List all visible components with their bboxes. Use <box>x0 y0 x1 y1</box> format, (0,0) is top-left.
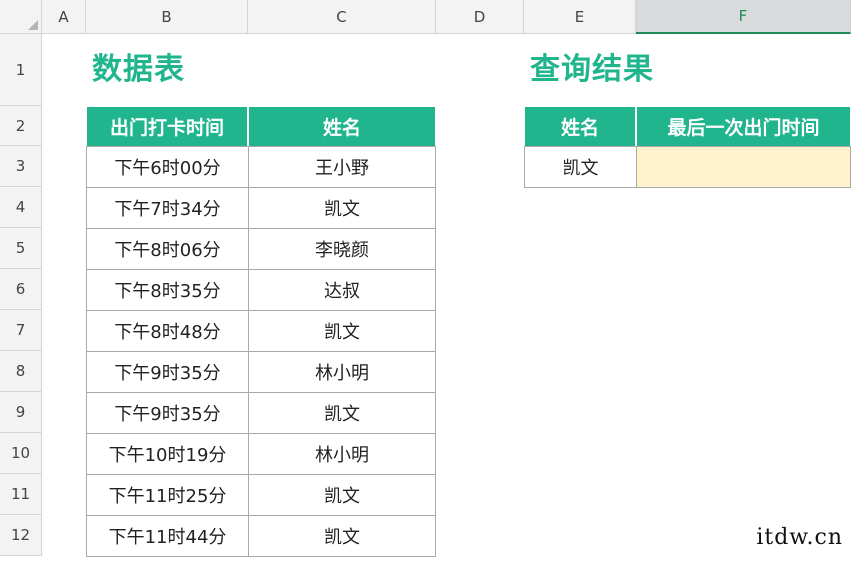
row-header-7[interactable]: 7 <box>0 310 42 351</box>
query-header-name[interactable]: 姓名 <box>524 106 636 147</box>
query-name-cell[interactable]: 凯文 <box>524 146 637 188</box>
cell-time-r7[interactable]: 下午8时48分 <box>86 310 249 352</box>
select-all-corner[interactable] <box>0 0 42 34</box>
cell-name-r10[interactable]: 林小明 <box>248 433 436 475</box>
row-header-6[interactable]: 6 <box>0 269 42 310</box>
row-header-12[interactable]: 12 <box>0 515 42 556</box>
row-header-1[interactable]: 1 <box>0 34 42 106</box>
row-header-5[interactable]: 5 <box>0 228 42 269</box>
row-header-3[interactable]: 3 <box>0 146 42 187</box>
column-header-c[interactable]: C <box>248 0 436 34</box>
cell-name-r9[interactable]: 凯文 <box>248 392 436 434</box>
header-checkout-time[interactable]: 出门打卡时间 <box>86 106 248 147</box>
column-header-f[interactable]: F <box>636 0 851 34</box>
row-header-11[interactable]: 11 <box>0 474 42 515</box>
cell-time-r8[interactable]: 下午9时35分 <box>86 351 249 393</box>
cell-time-r9[interactable]: 下午9时35分 <box>86 392 249 434</box>
column-header-e[interactable]: E <box>524 0 636 34</box>
cell-name-r5[interactable]: 李晓颜 <box>248 228 436 270</box>
cell-time-r12[interactable]: 下午11时44分 <box>86 515 249 557</box>
row-header-10[interactable]: 10 <box>0 433 42 474</box>
data-table-title: 数据表 <box>92 52 185 87</box>
cell-time-r6[interactable]: 下午8时35分 <box>86 269 249 311</box>
cell-time-r5[interactable]: 下午8时06分 <box>86 228 249 270</box>
column-header-d[interactable]: D <box>436 0 524 34</box>
cell-name-r8[interactable]: 林小明 <box>248 351 436 393</box>
query-result-cell[interactable] <box>636 146 851 188</box>
header-name[interactable]: 姓名 <box>248 106 436 147</box>
cell-time-r10[interactable]: 下午10时19分 <box>86 433 249 475</box>
query-result-title: 查询结果 <box>530 52 654 87</box>
row-header-8[interactable]: 8 <box>0 351 42 392</box>
cell-time-r11[interactable]: 下午11时25分 <box>86 474 249 516</box>
row-header-9[interactable]: 9 <box>0 392 42 433</box>
query-header-last-time[interactable]: 最后一次出门时间 <box>636 106 851 147</box>
cell-time-r4[interactable]: 下午7时34分 <box>86 187 249 229</box>
column-header-b[interactable]: B <box>86 0 248 34</box>
column-header-a[interactable]: A <box>42 0 86 34</box>
row-header-2[interactable]: 2 <box>0 106 42 146</box>
cell-name-r7[interactable]: 凯文 <box>248 310 436 352</box>
cell-name-r3[interactable]: 王小野 <box>248 146 436 188</box>
cell-time-r3[interactable]: 下午6时00分 <box>86 146 249 188</box>
row-header-4[interactable]: 4 <box>0 187 42 228</box>
cell-name-r4[interactable]: 凯文 <box>248 187 436 229</box>
cell-name-r12[interactable]: 凯文 <box>248 515 436 557</box>
cell-name-r11[interactable]: 凯文 <box>248 474 436 516</box>
watermark-text: itdw.cn <box>756 525 843 550</box>
select-all-icon <box>28 20 38 30</box>
cell-name-r6[interactable]: 达叔 <box>248 269 436 311</box>
